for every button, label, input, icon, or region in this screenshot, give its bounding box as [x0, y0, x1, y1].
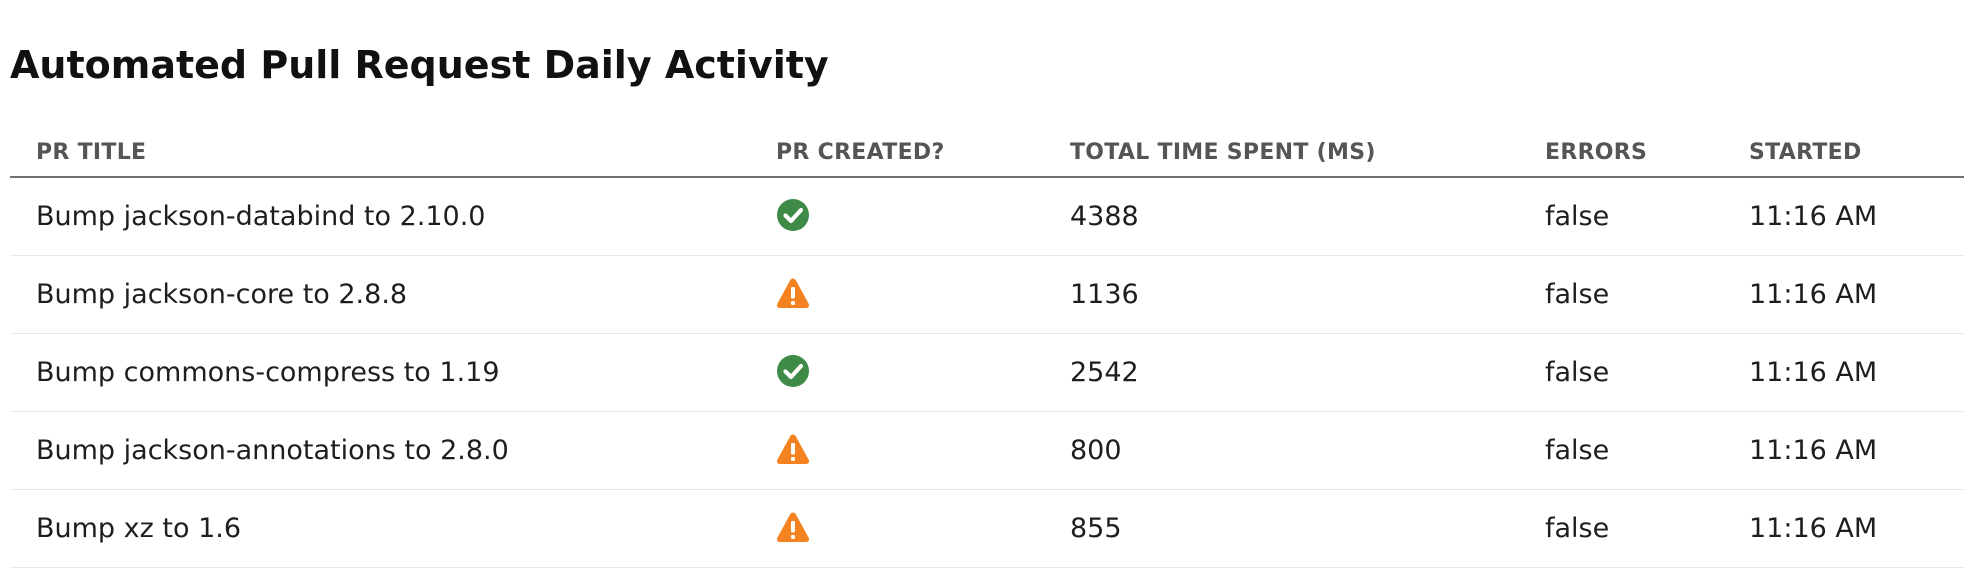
errors-cell: false: [1519, 255, 1723, 334]
pr-title-cell: Bump jackson-core to 2.8.8: [10, 255, 750, 334]
pr-title-cell: Bump commons-compress to 1.19: [10, 333, 750, 412]
total-time-cell: 800: [1044, 411, 1519, 490]
started-cell: 11:16 AM: [1723, 333, 1964, 412]
pr-created-cell: [750, 255, 1044, 334]
errors-cell: false: [1519, 411, 1723, 490]
check-circle-icon: [776, 198, 810, 232]
pr-created-cell: [750, 489, 1044, 568]
table-row: Bump jackson-core to 2.8.8 1136 false 11:16…: [10, 255, 1964, 334]
pr-title-cell: Bump jackson-annotations to 2.8.0: [10, 411, 750, 490]
warning-triangle-icon: [776, 432, 810, 466]
header-row: PR TITLE PR CREATED? TOTAL TIME SPENT (M…: [10, 128, 1964, 178]
table-row: Bump commons-compress to 1.19 2542 false 11…: [10, 333, 1964, 412]
total-time-cell: 4388: [1044, 177, 1519, 256]
total-time-cell: 2542: [1044, 333, 1519, 412]
table-row: Bump jackson-annotations to 2.8.0 800 fals…: [10, 411, 1964, 490]
column-header-pr-created: PR CREATED?: [750, 128, 1044, 178]
table-row: Bump xz to 1.6 855 false 11:16 AM: [10, 489, 1964, 568]
table-row: Bump jackson-databind to 2.10.0 4388 false…: [10, 177, 1964, 256]
check-circle-icon: [776, 354, 810, 388]
page-title: Automated Pull Request Daily Activity: [10, 43, 829, 87]
pr-title-cell: Bump xz to 1.6: [10, 489, 750, 568]
table-header: PR TITLE PR CREATED? TOTAL TIME SPENT (M…: [10, 128, 1964, 178]
started-cell: 11:16 AM: [1723, 177, 1964, 256]
total-time-cell: 1136: [1044, 255, 1519, 334]
started-cell: 11:16 AM: [1723, 411, 1964, 490]
column-header-errors: ERRORS: [1519, 128, 1723, 178]
errors-cell: false: [1519, 333, 1723, 412]
column-header-total-time: TOTAL TIME SPENT (MS): [1044, 128, 1519, 178]
pr-created-cell: [750, 333, 1044, 412]
started-cell: 11:16 AM: [1723, 255, 1964, 334]
warning-triangle-icon: [776, 510, 810, 544]
total-time-cell: 855: [1044, 489, 1519, 568]
started-cell: 11:16 AM: [1723, 489, 1964, 568]
column-header-started: STARTED: [1723, 128, 1964, 178]
pr-created-cell: [750, 177, 1044, 256]
pr-activity-table: PR TITLE PR CREATED? TOTAL TIME SPENT (M…: [10, 128, 1964, 568]
table-body: Bump jackson-databind to 2.10.0 4388 false…: [10, 177, 1964, 568]
warning-triangle-icon: [776, 276, 810, 310]
page: Automated Pull Request Daily Activity PR…: [0, 0, 1964, 587]
pr-title-cell: Bump jackson-databind to 2.10.0: [10, 177, 750, 256]
errors-cell: false: [1519, 489, 1723, 568]
pr-created-cell: [750, 411, 1044, 490]
column-header-pr-title: PR TITLE: [10, 128, 750, 178]
errors-cell: false: [1519, 177, 1723, 256]
